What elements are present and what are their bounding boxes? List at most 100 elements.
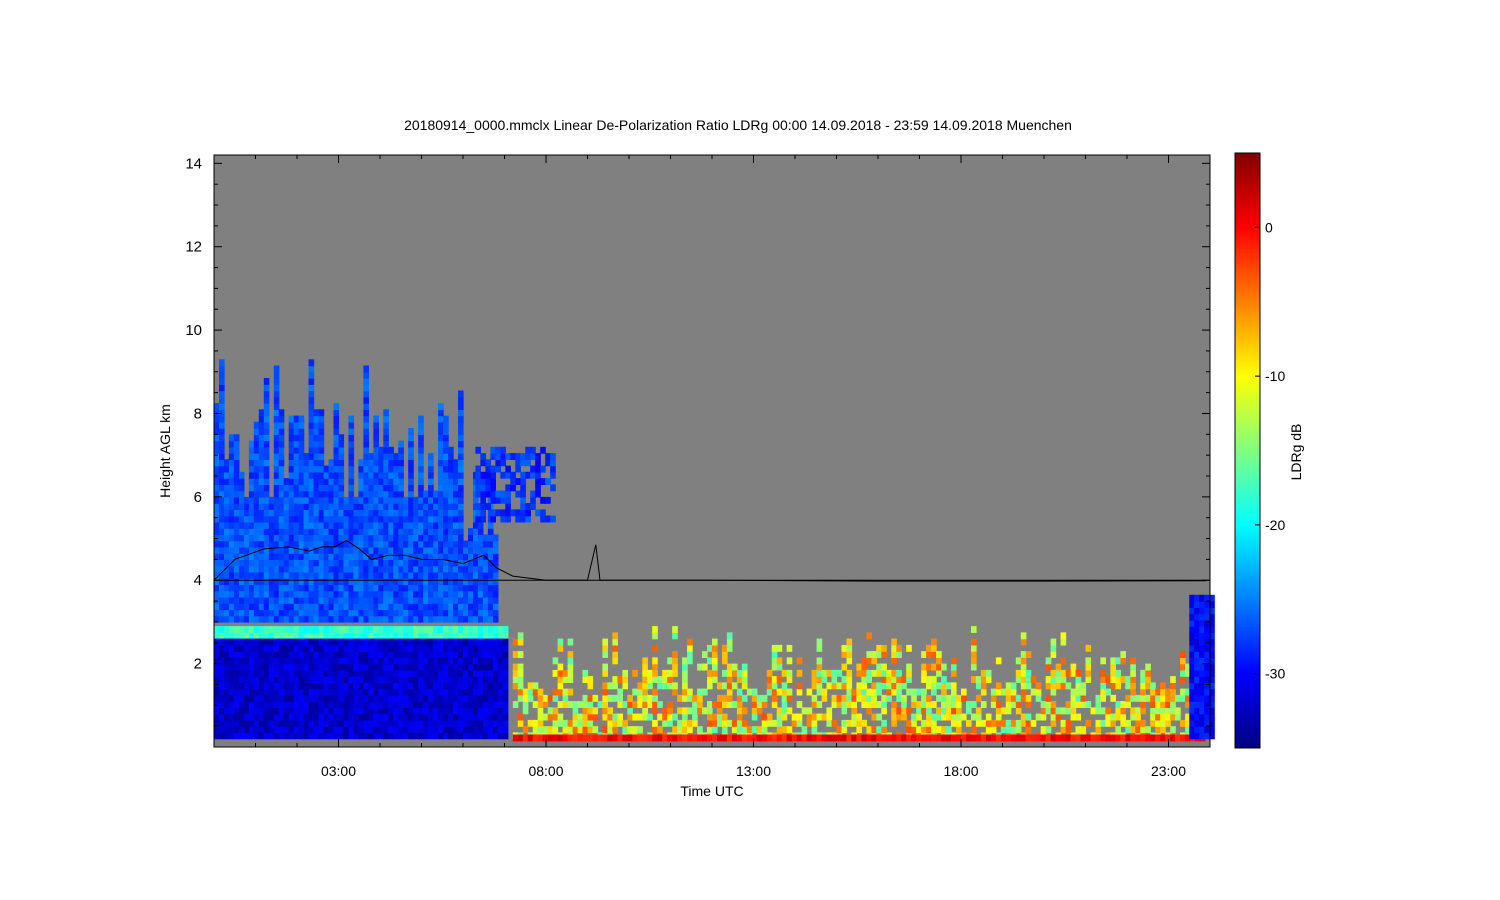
- heat-cell: [1025, 669, 1032, 677]
- heat-cell: [776, 644, 783, 652]
- heat-cell: [468, 528, 474, 535]
- heat-cell: [520, 490, 526, 498]
- heat-cell: [363, 428, 369, 435]
- heat-cell: [383, 540, 389, 548]
- heat-cell: [268, 553, 275, 560]
- heat-cell: [1070, 688, 1077, 696]
- heat-cell: [776, 688, 783, 696]
- heat-cell: [403, 663, 409, 671]
- heat-cell: [1189, 607, 1195, 615]
- heat-cell: [423, 509, 429, 517]
- heat-cell: [736, 676, 743, 683]
- heat-cell: [861, 657, 867, 665]
- heat-cell: [1095, 734, 1102, 742]
- heat-cell: [283, 509, 290, 517]
- heat-cell: [328, 590, 335, 598]
- heat-cell: [921, 701, 927, 708]
- heat-cell: [318, 409, 325, 417]
- heat-cell: [836, 726, 843, 734]
- heat-cell: [480, 471, 486, 479]
- heat-cell: [433, 609, 439, 617]
- heat-cell: [248, 726, 255, 734]
- heat-cell: [253, 446, 260, 454]
- heat-cell: [233, 521, 240, 529]
- heat-cell: [273, 503, 280, 510]
- heat-cell: [515, 490, 521, 498]
- heat-cell: [253, 688, 260, 696]
- heat-cell: [438, 459, 444, 467]
- heat-cell: [443, 534, 449, 542]
- heat-cell: [726, 663, 733, 671]
- heat-cell: [985, 734, 992, 742]
- heat-cell: [378, 682, 384, 690]
- heat-cell: [1204, 726, 1210, 734]
- heat-cell: [363, 371, 369, 379]
- heat-cell: [463, 726, 469, 734]
- heat-cell: [328, 515, 335, 523]
- heat-cell: [298, 657, 305, 665]
- heat-cell: [238, 503, 245, 510]
- heat-cell: [557, 663, 564, 671]
- heat-cell: [333, 571, 340, 579]
- heat-cell: [283, 478, 290, 485]
- heat-cell: [278, 694, 285, 702]
- heat-cell: [1130, 688, 1136, 696]
- heat-cell: [373, 528, 379, 535]
- heat-cell: [303, 663, 310, 671]
- heat-cell: [861, 734, 867, 742]
- heat-cell: [482, 713, 489, 721]
- heat-cell: [477, 615, 484, 623]
- heat-cell: [418, 528, 424, 535]
- heat-cell: [1194, 669, 1200, 677]
- heat-cell: [224, 615, 230, 623]
- heat-cell: [273, 421, 280, 429]
- heat-cell: [288, 713, 295, 721]
- heat-cell: [841, 701, 848, 708]
- heat-cell: [338, 584, 345, 592]
- heat-cell: [238, 571, 245, 579]
- heat-cell: [308, 590, 315, 598]
- heat-cell: [388, 719, 394, 727]
- heat-cell: [1005, 688, 1012, 696]
- heat-cell: [1115, 701, 1121, 708]
- heat-cell: [313, 421, 320, 429]
- heat-cell: [712, 657, 718, 665]
- heat-cell: [433, 584, 439, 592]
- heat-cell: [881, 651, 887, 658]
- heat-cell: [358, 559, 364, 567]
- heat-cell: [876, 701, 882, 708]
- heat-cell: [219, 638, 225, 646]
- heat-cell: [363, 515, 369, 523]
- heat-cell: [313, 676, 320, 683]
- heat-cell: [487, 676, 494, 683]
- heat-cell: [413, 496, 419, 504]
- heat-cell: [318, 584, 325, 592]
- heat-cell: [403, 669, 409, 677]
- heat-cell: [273, 669, 280, 677]
- heat-cell: [363, 638, 369, 646]
- heat-cell: [1005, 694, 1012, 702]
- heat-cell: [288, 534, 295, 542]
- heat-cell: [333, 465, 340, 473]
- heat-cell: [278, 603, 285, 611]
- heat-cell: [926, 676, 932, 683]
- heat-cell: [288, 578, 295, 586]
- heat-cell: [517, 694, 524, 702]
- heat-cell: [333, 453, 340, 460]
- heat-cell: [477, 688, 484, 696]
- heat-cell: [228, 521, 235, 529]
- heat-cell: [273, 590, 280, 598]
- heat-cell: [418, 484, 424, 492]
- heat-cell: [268, 651, 275, 658]
- heat-cell: [453, 651, 459, 658]
- heat-cell: [348, 732, 355, 740]
- heat-cell: [495, 465, 501, 473]
- heat-cell: [288, 609, 295, 617]
- heat-cell: [771, 651, 778, 658]
- heat-cell: [522, 701, 529, 708]
- heat-cell: [303, 688, 310, 696]
- heat-cell: [363, 453, 369, 460]
- heat-cell: [273, 596, 280, 604]
- heat-cell: [741, 669, 748, 677]
- heat-cell: [781, 669, 788, 677]
